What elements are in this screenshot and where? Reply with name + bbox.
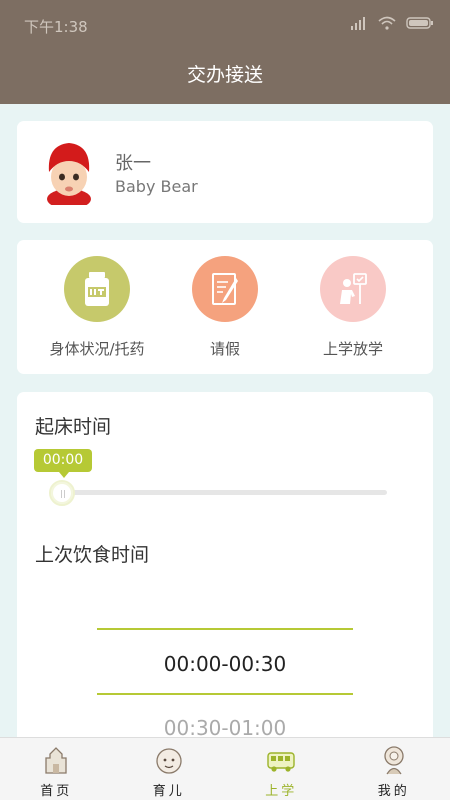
tab-home[interactable]: 首页 [0,738,113,800]
wifi-icon [378,16,396,30]
tab-label: 首页 [40,784,73,799]
picker-divider-top [97,628,353,630]
last-meal-title: 上次饮食时间 [35,544,150,566]
wake-time-slider-track[interactable] [65,490,387,495]
main-content[interactable]: 张一 Baby Bear 身体状况/托药 请假 上学放学 起床时间 00:00 … [0,104,450,737]
times-card: 起床时间 00:00 上次饮食时间 00:00-00:30 00:30-01:0… [17,392,433,737]
bottom-tab-bar: 首页 育儿 上学 我的 [0,737,450,800]
child-profile-card[interactable]: 张一 Baby Bear [17,121,433,223]
child-name: 张一 [115,153,151,174]
wake-time-slider-handle[interactable] [49,480,75,506]
tab-school[interactable]: 上学 [225,738,338,800]
baby-avatar [47,143,91,205]
flower-person-icon [384,746,404,775]
health-medicine-action[interactable]: 身体状况/托药 [27,256,167,359]
school-bus-icon [267,752,295,772]
signal-icon [351,17,365,30]
medicine-bottle-icon [64,256,130,322]
tab-label: 我的 [377,784,410,799]
status-time: 下午1:38 [24,18,88,36]
action-label: 请假 [209,340,240,358]
action-label: 上学放学 [322,340,383,358]
school-pickup-icon [320,256,386,322]
tab-mine[interactable]: 我的 [338,738,450,800]
actions-card: 身体状况/托药 请假 上学放学 [17,240,433,374]
meal-time-selected-option[interactable]: 00:00-00:30 [17,652,433,676]
school-pickup-action[interactable]: 上学放学 [283,256,423,359]
action-label: 身体状况/托药 [49,340,145,358]
wake-time-title: 起床时间 [35,416,112,438]
tab-label: 育儿 [152,784,185,799]
picker-divider-bottom [97,693,353,695]
page-title: 交办接送 [0,50,450,104]
baby-face-icon [156,748,182,774]
meal-time-next-option[interactable]: 00:30-01:00 [17,716,433,737]
home-castle-icon [45,747,67,774]
battery-icon [406,17,433,29]
leave-note-icon [192,256,258,322]
leave-request-action[interactable]: 请假 [155,256,295,359]
child-nickname: Baby Bear [115,177,198,196]
status-bar: 下午1:38 [0,0,450,50]
tab-label: 上学 [265,784,298,799]
system-indicators [350,16,434,30]
wake-time-value: 00:00 [34,449,92,478]
tab-parenting[interactable]: 育儿 [113,738,226,800]
